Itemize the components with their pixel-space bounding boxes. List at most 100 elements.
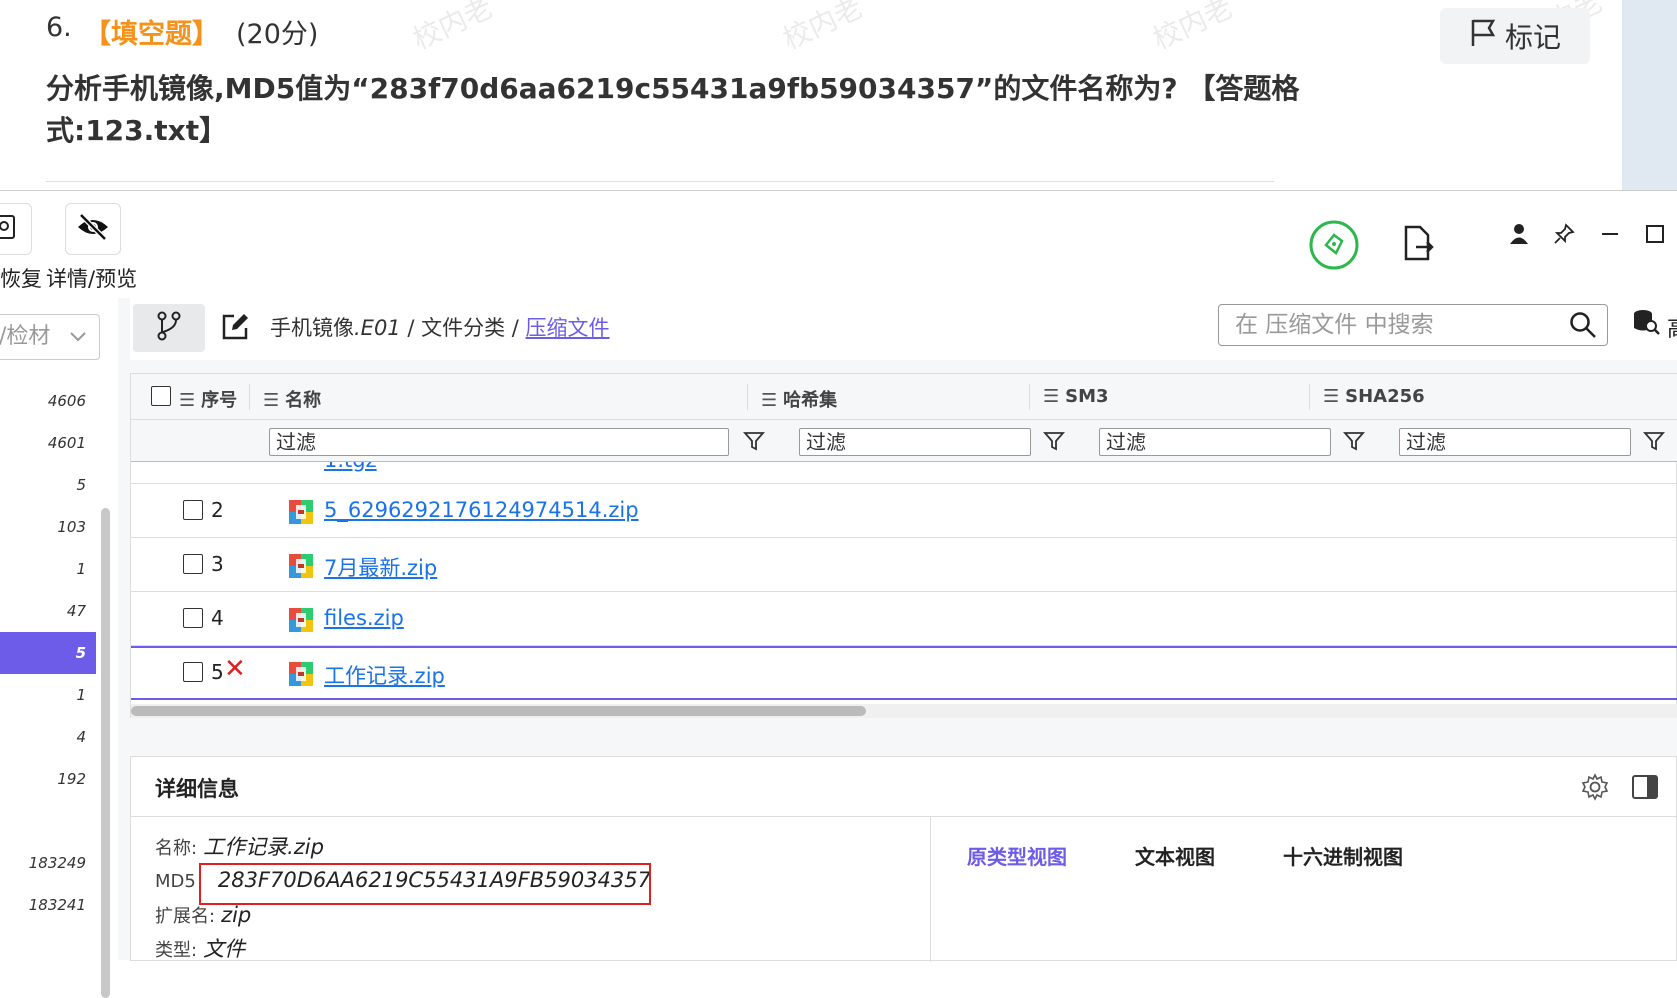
column-menu-icon[interactable]: ☰ bbox=[1323, 386, 1339, 407]
tree-count[interactable]: 103 bbox=[0, 506, 96, 548]
export-button[interactable] bbox=[1402, 225, 1438, 261]
file-table: ☰ 序号 ☰ 名称 ☰ 哈希集 ☰ SM3 ☰ SHA256 过滤 过滤 过滤 过滤 1.… bbox=[130, 373, 1677, 718]
breadcrumb-item[interactable]: 文件分类 bbox=[421, 316, 505, 340]
mark-label: 标记 bbox=[1504, 21, 1561, 54]
tree-count[interactable]: 1 bbox=[0, 548, 96, 590]
watermark: 校内老 bbox=[407, 0, 498, 57]
tab-hex-view[interactable]: 十六进制视图 bbox=[1283, 841, 1403, 870]
column-menu-icon[interactable]: ☰ bbox=[1043, 386, 1059, 407]
evidence-select-value: /检材 bbox=[0, 324, 51, 349]
branch-icon bbox=[155, 310, 183, 346]
column-menu-icon[interactable]: ☰ bbox=[263, 390, 279, 411]
file-name-link[interactable]: 5_6296292176124974514.zip bbox=[324, 498, 639, 522]
maximize-icon bbox=[1644, 223, 1666, 249]
watermark: 校内老 bbox=[1147, 0, 1238, 57]
pin-button[interactable] bbox=[1549, 221, 1579, 251]
scrollbar-thumb[interactable] bbox=[131, 706, 866, 716]
table-row[interactable]: 2 5_6296292176124974514.zip bbox=[131, 484, 1677, 538]
horizontal-scrollbar[interactable] bbox=[131, 704, 1677, 718]
panel-toggle-icon[interactable] bbox=[1631, 773, 1659, 805]
sha256-filter-input[interactable]: 过滤 bbox=[1399, 428, 1631, 456]
filter-icon[interactable] bbox=[1043, 430, 1065, 456]
tree-count[interactable]: 5 bbox=[0, 464, 96, 506]
file-name-link[interactable]: 7月最新.zip bbox=[324, 552, 437, 582]
pin-icon bbox=[1553, 223, 1575, 249]
user-button[interactable] bbox=[1504, 221, 1534, 251]
maximize-button[interactable] bbox=[1640, 221, 1670, 251]
table-row[interactable]: 3 7月最新.zip bbox=[131, 538, 1677, 592]
column-header-name[interactable]: ☰ 名称 bbox=[263, 386, 321, 412]
minimize-button[interactable] bbox=[1595, 221, 1625, 251]
zip-file-icon bbox=[289, 554, 313, 578]
breadcrumb: 手机镜像.E01 / 文件分类 / 压缩文件 bbox=[270, 312, 610, 342]
details-header: 详细信息 bbox=[131, 757, 1677, 817]
mark-button[interactable]: 标记 bbox=[1440, 8, 1590, 64]
table-row[interactable]: 1.tgz bbox=[131, 462, 1677, 484]
row-checkbox[interactable] bbox=[183, 554, 203, 574]
row-checkbox[interactable] bbox=[183, 608, 203, 628]
column-divider[interactable] bbox=[1309, 384, 1310, 410]
details-preview-button[interactable] bbox=[65, 203, 121, 255]
filter-icon[interactable] bbox=[1343, 430, 1365, 456]
search-input[interactable]: 在 压缩文件 中搜索 bbox=[1218, 304, 1608, 346]
advanced-label: 高 bbox=[1667, 317, 1677, 342]
branch-button[interactable] bbox=[133, 304, 205, 352]
tab-text-view[interactable]: 文本视图 bbox=[1135, 841, 1215, 870]
info-name: 名称: 工作记录.zip bbox=[155, 831, 324, 861]
breadcrumb-item[interactable]: 手机镜像 bbox=[270, 316, 354, 340]
details-panel: 详细信息 名称: 工作记录.zip MD5 283F70D6AA6219C55431… bbox=[130, 756, 1677, 962]
evidence-select[interactable]: /检材 bbox=[0, 314, 100, 360]
name-filter-input[interactable]: 过滤 bbox=[269, 428, 729, 456]
row-checkbox[interactable] bbox=[183, 500, 203, 520]
left-tree-panel: /检材 4606 4601 5 103 1 47 5 1 4 192 18324… bbox=[0, 298, 118, 998]
zip-file-icon bbox=[289, 662, 313, 686]
filter-row: 过滤 过滤 过滤 过滤 bbox=[131, 420, 1677, 462]
column-label: 哈希集 bbox=[783, 390, 838, 411]
column-menu-icon[interactable]: ☰ bbox=[761, 390, 777, 411]
hashset-filter-input[interactable]: 过滤 bbox=[799, 428, 1031, 456]
filter-icon[interactable] bbox=[1643, 430, 1665, 456]
table-row[interactable]: 4 files.zip bbox=[131, 592, 1677, 646]
info-value: zip bbox=[221, 903, 252, 927]
tab-original-view[interactable]: 原类型视图 bbox=[967, 841, 1067, 870]
tree-count[interactable]: 4 bbox=[0, 716, 96, 758]
row-checkbox[interactable] bbox=[183, 662, 203, 682]
shield-leaf-icon bbox=[1308, 220, 1360, 275]
tree-count[interactable]: 47 bbox=[0, 590, 96, 632]
edit-icon[interactable] bbox=[220, 312, 250, 346]
column-header-sha256[interactable]: ☰ SHA256 bbox=[1323, 386, 1425, 407]
search-icon[interactable] bbox=[1569, 311, 1597, 352]
column-header-sm3[interactable]: ☰ SM3 bbox=[1043, 386, 1109, 407]
filter-icon[interactable] bbox=[743, 430, 765, 456]
tree-count[interactable]: 4606 bbox=[0, 380, 96, 422]
file-name-link[interactable]: files.zip bbox=[324, 606, 404, 630]
file-name-link[interactable]: 工作记录.zip bbox=[324, 660, 445, 690]
md5-highlight-box bbox=[199, 863, 651, 905]
column-divider[interactable] bbox=[249, 384, 250, 410]
gear-icon[interactable] bbox=[1581, 773, 1609, 805]
info-value: 工作记录.zip bbox=[203, 835, 324, 859]
row-index: 3 bbox=[211, 552, 224, 576]
select-all-checkbox[interactable] bbox=[151, 386, 171, 406]
column-menu-icon[interactable]: ☰ bbox=[179, 390, 195, 411]
column-header-index[interactable]: ☰ 序号 bbox=[179, 386, 237, 412]
advanced-search-button[interactable]: 高 bbox=[1632, 308, 1677, 343]
tree-count-selected[interactable]: 5 bbox=[0, 632, 96, 674]
file-name-link[interactable]: 1.tgz bbox=[324, 462, 377, 472]
question-text: 分析手机镜像,MD5值为“283f70d6aa6219c55431a9fb590… bbox=[46, 72, 1300, 147]
breadcrumb-current[interactable]: 压缩文件 bbox=[526, 316, 610, 340]
sm3-filter-input[interactable]: 过滤 bbox=[1099, 428, 1331, 456]
left-scrollbar[interactable] bbox=[101, 508, 110, 998]
breadcrumb-item-ext[interactable]: .E01 bbox=[354, 316, 401, 340]
tree-count[interactable]: 1 bbox=[0, 674, 96, 716]
tree-count[interactable]: 4601 bbox=[0, 422, 96, 464]
column-header-hashset[interactable]: ☰ 哈希集 bbox=[761, 386, 837, 412]
table-row-selected[interactable]: 5 ✕ 工作记录.zip bbox=[131, 646, 1677, 700]
column-divider[interactable] bbox=[747, 384, 748, 410]
tree-count[interactable]: 183241 bbox=[0, 884, 96, 926]
tree-count[interactable]: 183249 bbox=[0, 842, 96, 884]
tree-count[interactable]: 192 bbox=[0, 758, 96, 800]
restore-button[interactable] bbox=[0, 203, 32, 255]
shield-status-button[interactable] bbox=[1308, 219, 1360, 271]
column-divider[interactable] bbox=[1029, 384, 1030, 410]
